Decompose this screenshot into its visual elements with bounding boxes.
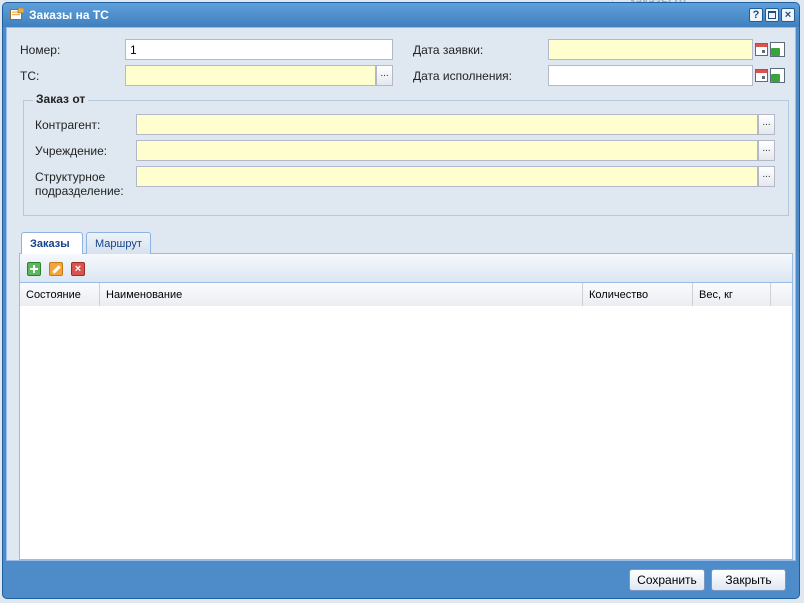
request-date-field[interactable]	[548, 39, 753, 60]
grid-body	[20, 306, 792, 559]
column-header-status[interactable]: Состояние	[20, 283, 100, 306]
column-header-name[interactable]: Наименование	[100, 283, 583, 306]
institution-lookup-button[interactable]: ...	[758, 140, 775, 161]
calendar-icon[interactable]	[755, 43, 768, 56]
column-header-weight[interactable]: Вес, кг	[693, 283, 771, 306]
delete-icon[interactable]: ×	[71, 262, 85, 276]
counterparty-lookup-button[interactable]: ...	[758, 114, 775, 135]
column-header-quantity[interactable]: Количество	[583, 283, 693, 306]
window-titlebar[interactable]: Заказы на ТС ? ×	[3, 3, 799, 27]
structural-unit-label: Структурное подразделение:	[35, 170, 124, 198]
request-date-label: Дата заявки:	[413, 43, 484, 57]
counterparty-field[interactable]	[136, 114, 758, 135]
execution-date-label: Дата исполнения:	[413, 69, 512, 83]
save-button[interactable]: Сохранить	[629, 569, 705, 591]
number-field[interactable]: 1	[125, 39, 393, 60]
grid-toolbar: ×	[20, 254, 792, 283]
add-icon[interactable]	[27, 262, 41, 276]
close-button[interactable]: Закрыть	[711, 569, 786, 591]
document-icon	[10, 8, 24, 20]
tab-route[interactable]: Маршрут	[86, 232, 151, 254]
tab-orders[interactable]: Заказы	[21, 232, 83, 255]
institution-label: Учреждение:	[35, 144, 108, 158]
grid-header: Состояние Наименование Количество Вес, к…	[20, 283, 792, 307]
maximize-button[interactable]	[765, 8, 779, 22]
help-button[interactable]: ?	[749, 8, 763, 22]
institution-field[interactable]	[136, 140, 758, 161]
orders-grid-panel: × Состояние Наименование Количество Вес,…	[19, 254, 793, 560]
ts-lookup-button[interactable]: ...	[376, 65, 393, 86]
clear-date-icon[interactable]	[770, 68, 785, 83]
ts-field[interactable]	[125, 65, 376, 86]
calendar-icon[interactable]	[755, 69, 768, 82]
close-window-button[interactable]: ×	[781, 8, 795, 22]
edit-icon[interactable]	[49, 262, 63, 276]
number-label: Номер:	[20, 43, 61, 57]
maximize-icon	[768, 11, 776, 19]
clear-date-icon[interactable]	[770, 42, 785, 57]
window-title: Заказы на ТС	[29, 8, 109, 22]
execution-date-field[interactable]	[548, 65, 753, 86]
tab-panel: Заказы Маршрут × Состояние Наименование …	[19, 230, 793, 560]
window-body: Номер: 1 ТС: ... Дата заявки: Дата испол…	[6, 27, 796, 561]
structural-unit-lookup-button[interactable]: ...	[758, 166, 775, 187]
ts-label: ТС:	[20, 69, 40, 83]
counterparty-label: Контрагент:	[35, 118, 101, 132]
order-from-legend: Заказ от	[33, 92, 89, 106]
structural-unit-field[interactable]	[136, 166, 758, 187]
orders-window: Заказы на ТС ? × Номер: 1 ТС: ... Дата з…	[2, 2, 800, 599]
tab-strip: Заказы Маршрут	[19, 230, 793, 255]
